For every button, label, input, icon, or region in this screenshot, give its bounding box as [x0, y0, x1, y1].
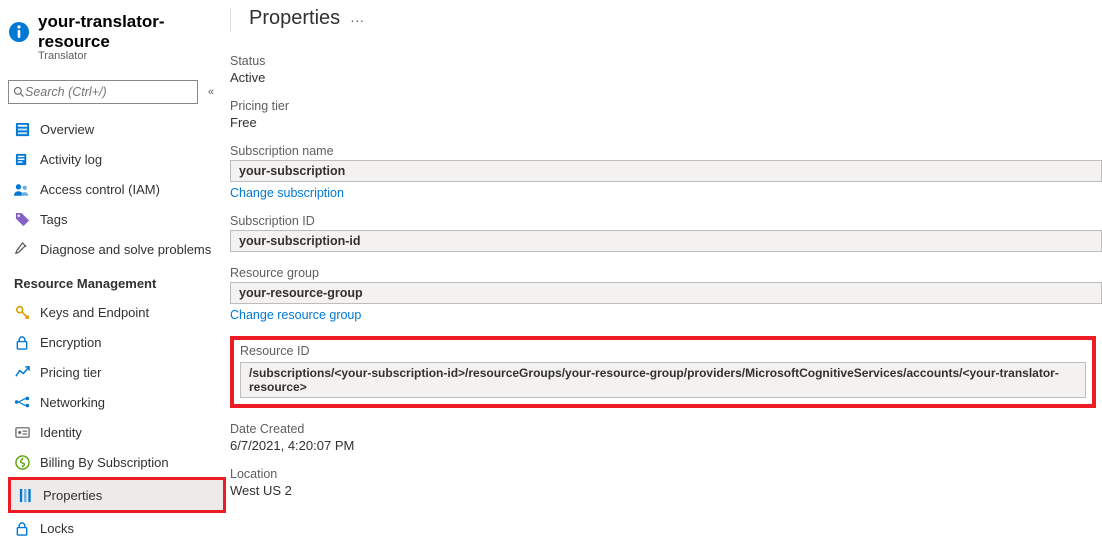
- sidebar-item-locks[interactable]: Locks: [8, 513, 230, 543]
- sidebar-item-label: Locks: [40, 521, 74, 536]
- sidebar-item-identity[interactable]: Identity: [8, 417, 230, 447]
- sidebar-item-label: Pricing tier: [40, 365, 101, 380]
- change-rg-link[interactable]: Change resource group: [230, 308, 1102, 322]
- search-icon: [13, 86, 25, 98]
- overview-icon: [14, 121, 30, 137]
- location-value: West US 2: [230, 483, 1102, 498]
- tier-label: Pricing tier: [230, 99, 1102, 113]
- field-date-created: Date Created 6/7/2021, 4:20:07 PM: [230, 422, 1102, 453]
- tier-value: Free: [230, 115, 1102, 130]
- rg-label: Resource group: [230, 266, 1102, 280]
- billing-icon: [14, 454, 30, 470]
- sub-id-label: Subscription ID: [230, 214, 1102, 228]
- sidebar-item-label: Overview: [40, 122, 94, 137]
- status-label: Status: [230, 54, 1102, 68]
- pricing-icon: [14, 364, 30, 380]
- sub-name-label: Subscription name: [230, 144, 1102, 158]
- field-subscription-id: Subscription ID your-subscription-id: [230, 214, 1102, 252]
- sub-name-value[interactable]: your-subscription: [230, 160, 1102, 182]
- status-value: Active: [230, 70, 1102, 85]
- created-label: Date Created: [230, 422, 1102, 436]
- locks-icon: [14, 520, 30, 536]
- sidebar-item-overview[interactable]: Overview: [8, 114, 230, 144]
- sidebar-item-diagnose[interactable]: Diagnose and solve problems: [8, 234, 230, 264]
- sidebar-item-label: Identity: [40, 425, 82, 440]
- collapse-sidebar-icon[interactable]: «: [208, 86, 214, 98]
- sidebar-item-activity-log[interactable]: Activity log: [8, 144, 230, 174]
- sidebar-item-label: Access control (IAM): [40, 182, 160, 197]
- field-subscription-name: Subscription name your-subscription Chan…: [230, 144, 1102, 200]
- sidebar-item-label: Billing By Subscription: [40, 455, 169, 470]
- info-icon: [8, 21, 30, 43]
- created-value: 6/7/2021, 4:20:07 PM: [230, 438, 1102, 453]
- sidebar-item-label: Activity log: [40, 152, 102, 167]
- sidebar-item-label: Encryption: [40, 335, 101, 350]
- resource-title: your-translator-resource: [38, 12, 230, 52]
- sidebar-item-label: Properties: [43, 488, 102, 503]
- tags-icon: [14, 211, 30, 227]
- highlight-resource-id: Resource ID /subscriptions/<your-subscri…: [230, 336, 1096, 408]
- field-status: Status Active: [230, 54, 1102, 85]
- diagnose-icon: [14, 241, 30, 257]
- rid-label: Resource ID: [240, 344, 1086, 358]
- iam-icon: [14, 181, 30, 197]
- header-divider: [230, 8, 231, 32]
- sidebar-item-pricing[interactable]: Pricing tier: [8, 357, 230, 387]
- identity-icon: [14, 424, 30, 440]
- sidebar-item-encryption[interactable]: Encryption: [8, 327, 230, 357]
- sidebar: your-translator-resource Translator « Ov…: [0, 0, 230, 501]
- search-input[interactable]: [25, 85, 193, 99]
- lock-icon: [14, 334, 30, 350]
- sidebar-search[interactable]: [8, 80, 198, 104]
- key-icon: [14, 304, 30, 320]
- sidebar-item-label: Keys and Endpoint: [40, 305, 149, 320]
- rg-value[interactable]: your-resource-group: [230, 282, 1102, 304]
- more-actions-icon[interactable]: ···: [350, 8, 364, 28]
- change-subscription-link[interactable]: Change subscription: [230, 186, 1102, 200]
- activity-log-icon: [14, 151, 30, 167]
- sidebar-section-header: Resource Management: [8, 264, 230, 297]
- sidebar-item-networking[interactable]: Networking: [8, 387, 230, 417]
- location-label: Location: [230, 467, 1102, 481]
- sidebar-item-access-control[interactable]: Access control (IAM): [8, 174, 230, 204]
- sidebar-item-billing[interactable]: Billing By Subscription: [8, 447, 230, 477]
- field-location: Location West US 2: [230, 467, 1102, 498]
- sidebar-item-tags[interactable]: Tags: [8, 204, 230, 234]
- networking-icon: [14, 394, 30, 410]
- field-resource-group: Resource group your-resource-group Chang…: [230, 266, 1102, 322]
- sidebar-item-properties[interactable]: Properties: [11, 480, 223, 510]
- sidebar-item-keys[interactable]: Keys and Endpoint: [8, 297, 230, 327]
- page-title: Properties: [249, 7, 340, 30]
- highlight-properties: Properties: [8, 477, 226, 513]
- sidebar-item-label: Tags: [40, 212, 67, 227]
- sidebar-item-label: Diagnose and solve problems: [40, 242, 211, 257]
- resource-header: your-translator-resource: [8, 8, 230, 52]
- field-pricing-tier: Pricing tier Free: [230, 99, 1102, 130]
- sidebar-item-label: Networking: [40, 395, 105, 410]
- sub-id-value[interactable]: your-subscription-id: [230, 230, 1102, 252]
- main-panel: Properties ··· Status Active Pricing tie…: [230, 0, 1102, 501]
- rid-value[interactable]: /subscriptions/<your-subscription-id>/re…: [240, 362, 1086, 398]
